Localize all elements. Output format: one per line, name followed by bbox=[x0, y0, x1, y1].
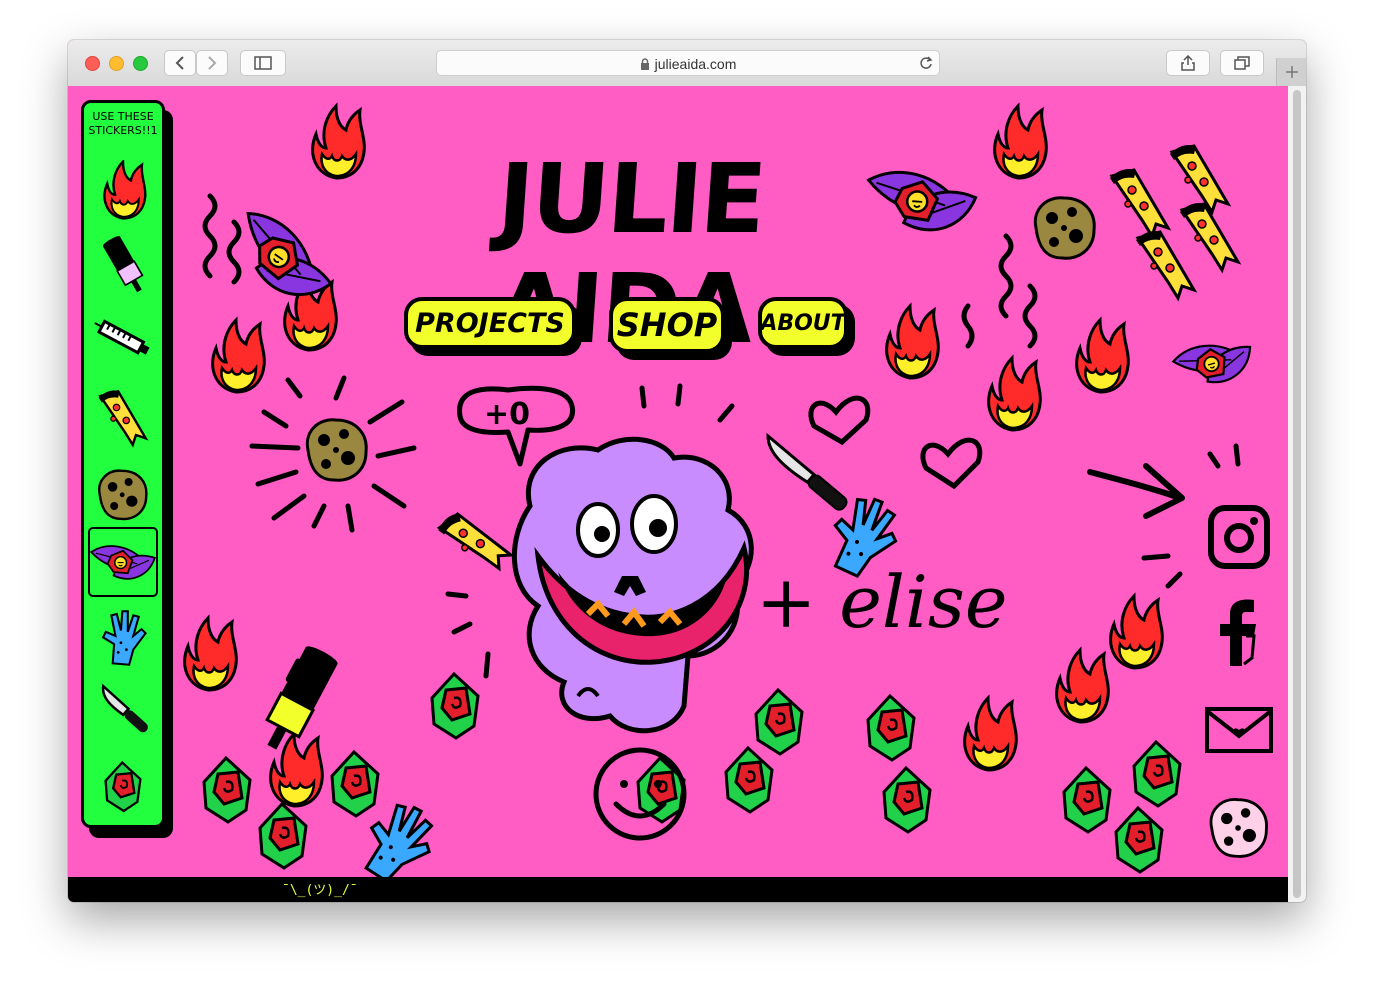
new-tab-icon bbox=[1286, 66, 1298, 78]
scrollbar[interactable] bbox=[1288, 86, 1306, 902]
sticker-hand[interactable] bbox=[88, 603, 158, 673]
sidebar-icon bbox=[254, 56, 272, 70]
pizza-icon bbox=[97, 389, 147, 446]
shop-button[interactable]: SHOP bbox=[609, 297, 725, 353]
cookie-icon bbox=[98, 469, 148, 521]
sticker-panel-title: USE THESE STICKERS!!1 bbox=[88, 110, 158, 137]
share-button[interactable] bbox=[1166, 50, 1210, 76]
sticker-knife[interactable] bbox=[88, 677, 158, 747]
zoom-light[interactable] bbox=[133, 56, 148, 71]
close-light[interactable] bbox=[85, 56, 100, 71]
sticker-cookie[interactable] bbox=[88, 459, 158, 529]
email-icon bbox=[1205, 707, 1273, 753]
back-button[interactable] bbox=[164, 50, 196, 76]
sticker-rose-leaf[interactable] bbox=[88, 527, 158, 597]
cookie-icon bbox=[1209, 798, 1268, 858]
scrollbar-thumb[interactable] bbox=[1293, 90, 1301, 898]
popsicle-icon bbox=[103, 236, 144, 293]
sticker-flame[interactable] bbox=[88, 155, 158, 225]
tabs-button[interactable] bbox=[1220, 50, 1264, 76]
syringe-icon bbox=[94, 319, 150, 355]
address-bar[interactable]: julieaida.com bbox=[436, 50, 940, 76]
sticker-flower[interactable] bbox=[88, 751, 158, 821]
minimize-light[interactable] bbox=[109, 56, 124, 71]
about-button[interactable]: ABOUT bbox=[758, 297, 848, 349]
footer-bar: ¯\_(ツ)_/¯ bbox=[68, 877, 1288, 902]
site-logo[interactable]: JULIE AIDA bbox=[392, 143, 870, 365]
lock-icon bbox=[640, 58, 649, 70]
facebook-link[interactable] bbox=[1204, 594, 1274, 670]
browser-window: julieaida.com +0 USE THESE STICKERS!!1 J… bbox=[68, 40, 1306, 902]
forward-button[interactable] bbox=[196, 50, 228, 76]
tabs-icon bbox=[1234, 56, 1250, 70]
projects-button[interactable]: PROJECTS bbox=[404, 297, 576, 349]
facebook-icon bbox=[1220, 599, 1256, 666]
rose-leaf-icon bbox=[90, 545, 156, 580]
new-tab-button[interactable] bbox=[1276, 58, 1306, 86]
back-icon bbox=[175, 56, 184, 70]
blob-monster bbox=[512, 436, 754, 734]
instagram-link[interactable] bbox=[1204, 502, 1274, 572]
cookie-link[interactable] bbox=[1204, 792, 1274, 862]
url-text: julieaida.com bbox=[654, 56, 737, 72]
email-link[interactable] bbox=[1204, 704, 1274, 756]
knife-icon bbox=[101, 683, 148, 733]
reload-icon[interactable] bbox=[919, 56, 933, 70]
sidebar-button[interactable] bbox=[240, 50, 286, 76]
sticker-syringe[interactable] bbox=[88, 303, 158, 373]
browser-toolbar: julieaida.com bbox=[68, 40, 1306, 87]
shrug-text: ¯\_(ツ)_/¯ bbox=[282, 883, 358, 898]
forward-icon bbox=[208, 56, 217, 70]
hand-icon bbox=[102, 610, 147, 666]
share-icon bbox=[1181, 55, 1195, 71]
sticker-popsicle[interactable] bbox=[88, 231, 158, 301]
page-content: +0 USE THESE STICKERS!!1 JULIE PROJECTS … bbox=[68, 86, 1288, 902]
flame-icon bbox=[103, 160, 147, 220]
flower-icon bbox=[104, 761, 142, 813]
collaborator-text[interactable]: + elise bbox=[756, 562, 1007, 642]
instagram-icon bbox=[1208, 505, 1270, 569]
sticker-pizza[interactable] bbox=[88, 383, 158, 453]
speech-bubble-text: +0 bbox=[484, 397, 530, 432]
sticker-panel: USE THESE STICKERS!!1 bbox=[81, 100, 165, 828]
